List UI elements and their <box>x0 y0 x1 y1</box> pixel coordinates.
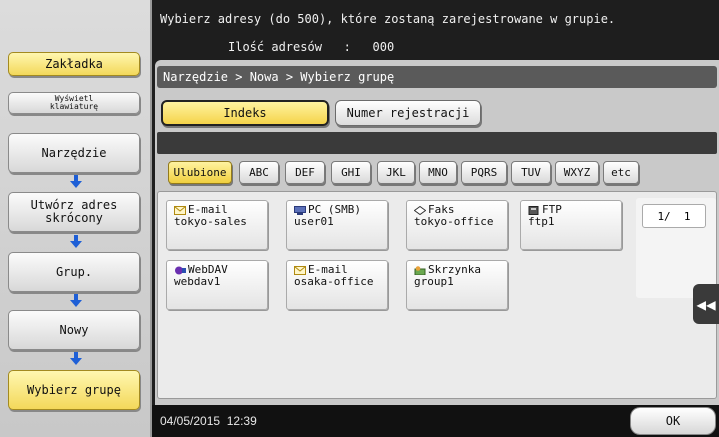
address-entry[interactable]: Faks tokyo-office <box>406 200 508 250</box>
step-group-button[interactable]: Grup. <box>8 252 140 292</box>
address-entry[interactable]: PC (SMB) user01 <box>286 200 388 250</box>
ok-button[interactable]: OK <box>630 407 716 435</box>
filter-jkl[interactable]: JKL <box>377 161 415 184</box>
main-panel: Narzędzie > Nowa > Wybierz grupę Indeks … <box>155 60 719 405</box>
filter-def[interactable]: DEF <box>285 161 325 184</box>
address-entry[interactable]: FTP ftp1 <box>520 200 622 250</box>
entry-name: ftp1 <box>528 215 555 228</box>
email-icon <box>294 265 306 275</box>
page-indicator: 1/ 1 <box>642 204 706 228</box>
filter-wxyz[interactable]: WXYZ <box>555 161 599 184</box>
address-entry[interactable]: Skrzynka group1 <box>406 260 508 310</box>
address-count-separator: : <box>343 40 351 54</box>
filter-favorites[interactable]: Ulubione <box>168 161 232 184</box>
status-bar: 04/05/2015 12:39 OK <box>152 405 719 437</box>
entry-name: tokyo-office <box>414 215 494 228</box>
step-create-address-button[interactable]: Utwórz adres skrócony <box>8 192 140 232</box>
datetime: 04/05/2015 12:39 <box>160 414 257 428</box>
filter-mno[interactable]: MNO <box>419 161 457 184</box>
arrow-down-icon <box>69 235 83 249</box>
filter-abc[interactable]: ABC <box>239 161 279 184</box>
left-sidebar: Zakładka Wyświetl klawiaturę Narzędzie U… <box>0 0 152 437</box>
webdav-icon <box>174 266 186 275</box>
address-count-label: Ilość adresów <box>228 40 322 54</box>
entry-name: group1 <box>414 275 454 288</box>
show-keyboard-button[interactable]: Wyświetl klawiaturę <box>8 92 140 114</box>
entry-name: tokyo-sales <box>174 215 247 228</box>
address-entry[interactable]: E-mail osaka-office <box>286 260 388 310</box>
address-count-value: 000 <box>372 40 395 54</box>
arrow-down-icon <box>69 175 83 189</box>
entry-name: user01 <box>294 215 334 228</box>
breadcrumb: Narzędzie > Nowa > Wybierz grupę <box>157 66 717 88</box>
ftp-icon <box>528 205 540 215</box>
address-entry[interactable]: E-mail tokyo-sales <box>166 200 268 250</box>
box-icon <box>414 265 426 275</box>
input-display-bar <box>157 132 717 154</box>
address-count: Ilość adresów : 000 <box>228 40 394 54</box>
step-tool-button[interactable]: Narzędzie <box>8 133 140 173</box>
address-entry[interactable]: WebDAV webdav1 <box>166 260 268 310</box>
entry-name: webdav1 <box>174 275 221 288</box>
instruction-text: Wybierz adresy (do 500), które zostaną z… <box>160 12 616 26</box>
step-select-group-button[interactable]: Wybierz grupę <box>8 370 140 410</box>
tab-button[interactable]: Zakładka <box>8 52 140 76</box>
message-bar: Wybierz adresy (do 500), które zostaną z… <box>152 0 719 60</box>
tab-registration-number[interactable]: Numer rejestracji <box>335 100 481 126</box>
fax-icon <box>413 205 427 215</box>
tab-index[interactable]: Indeks <box>161 100 329 126</box>
filter-pqrs[interactable]: PQRS <box>461 161 507 184</box>
pc-icon <box>294 205 306 215</box>
arrow-down-icon <box>69 352 83 366</box>
step-new-button[interactable]: Nowy <box>8 310 140 350</box>
arrow-down-icon <box>69 294 83 308</box>
filter-tuv[interactable]: TUV <box>511 161 551 184</box>
filter-ghi[interactable]: GHI <box>331 161 371 184</box>
email-icon <box>174 205 186 215</box>
filter-etc[interactable]: etc <box>603 161 639 184</box>
address-list: 1/ 1 E-mail tokyo-sales PC (SMB) user01 … <box>157 191 717 399</box>
screen: Zakładka Wyświetl klawiaturę Narzędzie U… <box>0 0 719 437</box>
entry-name: osaka-office <box>294 275 374 288</box>
side-panel-toggle[interactable]: ◀◀ <box>693 284 719 324</box>
